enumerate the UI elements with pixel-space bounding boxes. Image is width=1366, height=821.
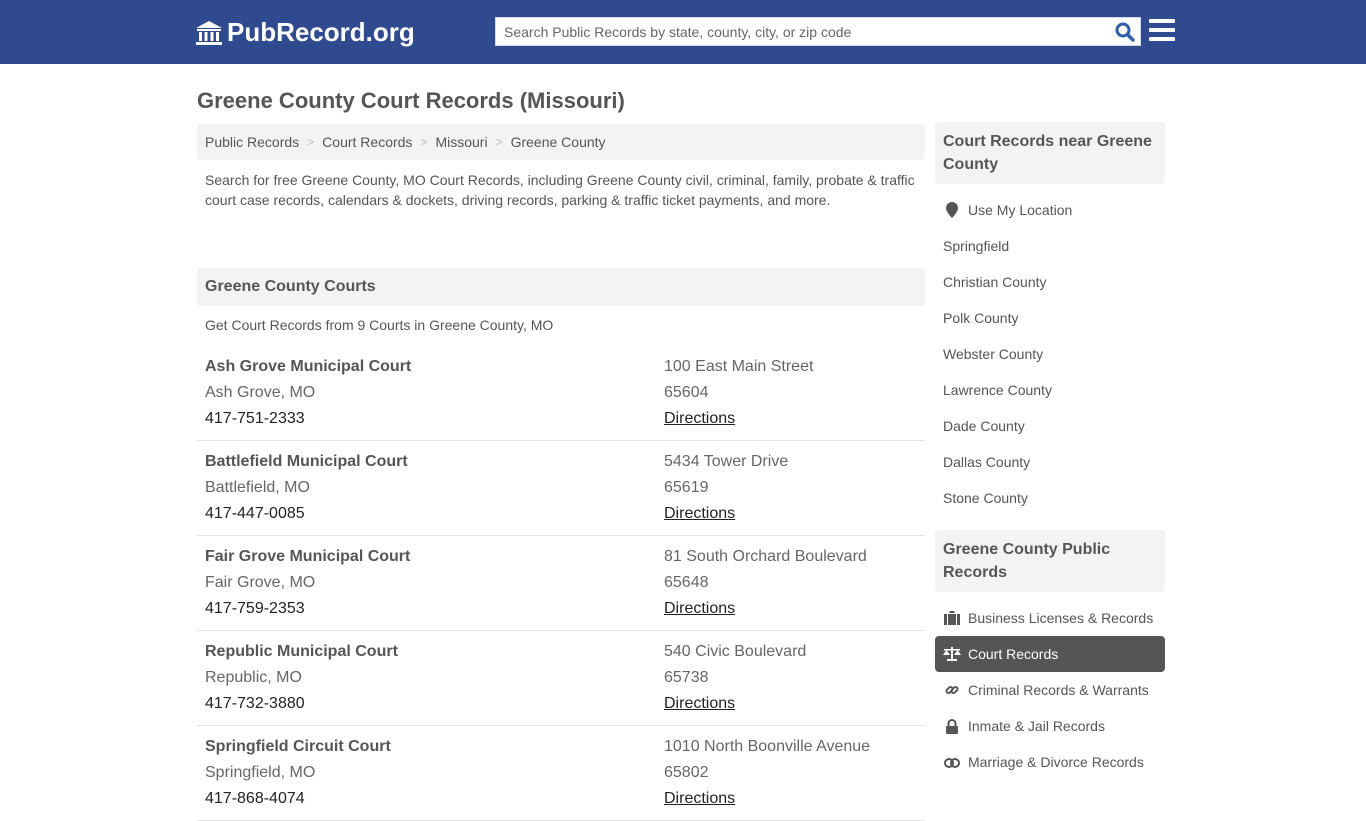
sidebar-item-label: Business Licenses & Records bbox=[968, 610, 1154, 626]
court-item: Republic Municipal Court Republic, MO 41… bbox=[197, 631, 925, 726]
search-icon bbox=[1115, 22, 1135, 42]
nearby-link[interactable]: Christian County bbox=[935, 264, 1165, 300]
court-name: Ash Grove Municipal Court bbox=[205, 358, 412, 375]
court-phone[interactable]: 417-759-2353 bbox=[205, 596, 664, 622]
directions-link[interactable]: Directions bbox=[664, 505, 735, 522]
directions-link[interactable]: Directions bbox=[664, 600, 735, 617]
use-my-location-link[interactable]: Use My Location bbox=[935, 192, 1165, 228]
nearby-link[interactable]: Lawrence County bbox=[935, 372, 1165, 408]
court-address: 5434 Tower Drive bbox=[664, 453, 789, 470]
top-navbar: PubRecord.org bbox=[0, 0, 1366, 64]
search-input[interactable] bbox=[496, 18, 1110, 45]
directions-link[interactable]: Directions bbox=[664, 695, 735, 712]
court-city: Ash Grove, MO bbox=[205, 384, 316, 401]
court-item: Battlefield Municipal Court Battlefield,… bbox=[197, 441, 925, 536]
nearby-courts-title: Court Records near Greene County bbox=[935, 122, 1165, 184]
court-item: Springfield Circuit Court Springfield, M… bbox=[197, 726, 925, 821]
breadcrumb-public-records[interactable]: Public Records bbox=[205, 134, 299, 150]
sidebar-item-inmate-records[interactable]: Inmate & Jail Records bbox=[935, 708, 1165, 744]
sidebar-item-marriage-records[interactable]: Marriage & Divorce Records bbox=[935, 744, 1165, 780]
nearby-link[interactable]: Dallas County bbox=[935, 444, 1165, 480]
logo-text: PubRecord.org bbox=[227, 17, 415, 47]
nearby-link[interactable]: Polk County bbox=[935, 300, 1165, 336]
nearby-list: Use My Location Springfield Christian Co… bbox=[935, 184, 1165, 530]
page-title: Greene County Court Records (Missouri) bbox=[197, 88, 625, 113]
courts-section-title: Greene County Courts bbox=[197, 268, 925, 306]
court-zip: 65802 bbox=[664, 764, 709, 781]
breadcrumb-court-records[interactable]: Court Records bbox=[322, 134, 412, 150]
nearby-link[interactable]: Stone County bbox=[935, 480, 1165, 516]
sidebar-item-label: Court Records bbox=[968, 646, 1059, 662]
breadcrumb-separator: > bbox=[307, 135, 315, 149]
nearby-link[interactable]: Dade County bbox=[935, 408, 1165, 444]
public-records-title: Greene County Public Records bbox=[935, 530, 1165, 592]
court-name: Republic Municipal Court bbox=[205, 643, 398, 660]
court-item: Ash Grove Municipal Court Ash Grove, MO … bbox=[197, 346, 925, 441]
court-address: 1010 North Boonville Avenue bbox=[664, 738, 871, 755]
court-phone[interactable]: 417-732-3880 bbox=[205, 691, 664, 717]
court-zip: 65619 bbox=[664, 479, 709, 496]
building-columns-icon bbox=[196, 20, 222, 45]
court-city: Fair Grove, MO bbox=[205, 574, 316, 591]
sidebar-item-court-records[interactable]: Court Records bbox=[935, 636, 1165, 672]
search-button[interactable] bbox=[1110, 18, 1140, 45]
sidebar-item-business-licenses[interactable]: Business Licenses & Records bbox=[935, 600, 1165, 636]
courts-subtitle: Get Court Records from 9 Courts in Green… bbox=[205, 317, 554, 333]
briefcase-icon bbox=[943, 610, 961, 626]
breadcrumb: Public Records > Court Records > Missour… bbox=[197, 124, 925, 160]
court-name: Fair Grove Municipal Court bbox=[205, 548, 411, 565]
court-zip: 65738 bbox=[664, 669, 709, 686]
court-phone[interactable]: 417-447-0085 bbox=[205, 501, 664, 527]
use-my-location-label: Use My Location bbox=[968, 202, 1073, 218]
site-logo[interactable]: PubRecord.org bbox=[195, 17, 415, 48]
scale-icon bbox=[943, 646, 961, 662]
map-marker-icon bbox=[943, 202, 961, 218]
main-content: Public Records > Court Records > Missour… bbox=[197, 124, 925, 821]
search-bar bbox=[495, 17, 1141, 46]
breadcrumb-separator: > bbox=[495, 135, 503, 149]
court-item: Fair Grove Municipal Court Fair Grove, M… bbox=[197, 536, 925, 631]
court-address: 81 South Orchard Boulevard bbox=[664, 548, 867, 565]
court-address: 100 East Main Street bbox=[664, 358, 814, 375]
court-city: Battlefield, MO bbox=[205, 479, 310, 496]
hamburger-menu-icon[interactable] bbox=[1149, 19, 1175, 43]
sidebar-item-label: Inmate & Jail Records bbox=[968, 718, 1105, 734]
breadcrumb-separator: > bbox=[420, 135, 428, 149]
nearby-link[interactable]: Springfield bbox=[935, 228, 1165, 264]
sidebar-item-label: Criminal Records & Warrants bbox=[968, 682, 1149, 698]
court-city: Republic, MO bbox=[205, 669, 302, 686]
public-records-list: Business Licenses & Records Court Record… bbox=[935, 592, 1165, 794]
court-name: Springfield Circuit Court bbox=[205, 738, 391, 755]
intro-text: Search for free Greene County, MO Court … bbox=[205, 172, 915, 208]
lock-icon bbox=[943, 718, 961, 734]
link-icon bbox=[943, 682, 961, 698]
court-zip: 65648 bbox=[664, 574, 709, 591]
breadcrumb-missouri[interactable]: Missouri bbox=[435, 134, 487, 150]
nearby-link[interactable]: Webster County bbox=[935, 336, 1165, 372]
breadcrumb-greene-county[interactable]: Greene County bbox=[511, 134, 606, 150]
directions-link[interactable]: Directions bbox=[664, 410, 735, 427]
court-name: Battlefield Municipal Court bbox=[205, 453, 408, 470]
sidebar-item-criminal-records[interactable]: Criminal Records & Warrants bbox=[935, 672, 1165, 708]
sidebar: Court Records near Greene County Use My … bbox=[935, 122, 1165, 794]
court-address: 540 Civic Boulevard bbox=[664, 643, 807, 660]
court-phone[interactable]: 417-868-4074 bbox=[205, 786, 664, 812]
court-phone[interactable]: 417-751-2333 bbox=[205, 406, 664, 432]
directions-link[interactable]: Directions bbox=[664, 790, 735, 807]
court-zip: 65604 bbox=[664, 384, 709, 401]
court-city: Springfield, MO bbox=[205, 764, 316, 781]
